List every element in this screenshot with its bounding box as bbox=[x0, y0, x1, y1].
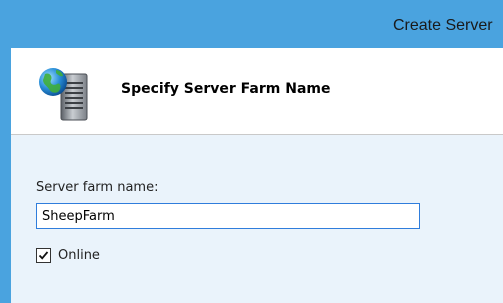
online-checkbox[interactable] bbox=[36, 247, 51, 263]
server-farm-name-input[interactable] bbox=[36, 203, 420, 229]
checkmark-icon bbox=[38, 250, 49, 260]
online-checkbox-row[interactable]: Online bbox=[36, 246, 100, 264]
page-title: Specify Server Farm Name bbox=[121, 81, 331, 97]
window-left-accent bbox=[0, 0, 11, 303]
server-farm-name-label: Server farm name: bbox=[36, 180, 159, 195]
wizard-header: Specify Server Farm Name bbox=[11, 48, 503, 135]
server-globe-icon bbox=[39, 68, 88, 121]
online-label: Online bbox=[58, 247, 100, 263]
title-bar: Create Server bbox=[11, 0, 503, 48]
window-title: Create Server bbox=[393, 17, 493, 34]
wizard-content: Server farm name: Online bbox=[11, 135, 503, 303]
